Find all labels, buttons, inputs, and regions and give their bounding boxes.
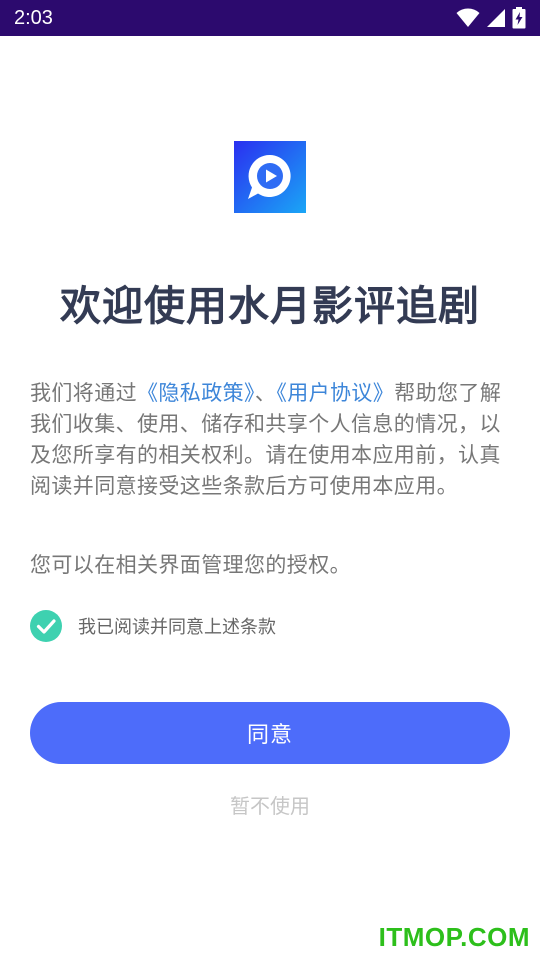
watermark: ITMOP.COM bbox=[378, 922, 530, 952]
agreement-label: 我已阅读并同意上述条款 bbox=[78, 617, 276, 638]
policy-separator: 、 bbox=[254, 381, 277, 405]
authorization-note: 您可以在相关界面管理您的授权。 bbox=[30, 553, 351, 577]
policy-text: 我们将通过《隐私政策》、《用户协议》帮助您了解我们收集、使用、储存和共享个人信息… bbox=[30, 378, 514, 502]
user-agreement-link[interactable]: 《用户协议》 bbox=[276, 381, 394, 405]
privacy-policy-link[interactable]: 《隐私政策》 bbox=[137, 381, 255, 405]
agree-button[interactable]: 同意 bbox=[30, 702, 510, 764]
status-bar: 2:03 bbox=[0, 0, 540, 36]
policy-intro: 我们将通过 bbox=[30, 381, 137, 405]
wifi-icon bbox=[456, 8, 480, 27]
status-time: 2:03 bbox=[14, 6, 53, 29]
battery-charging-icon bbox=[512, 7, 526, 29]
checkbox-checked-icon[interactable] bbox=[30, 610, 62, 642]
decline-button[interactable]: 暂不使用 bbox=[170, 784, 370, 824]
welcome-title: 欢迎使用水月影评追剧 bbox=[60, 282, 480, 330]
signal-icon bbox=[487, 9, 505, 27]
agreement-checkbox-row[interactable]: 我已阅读并同意上述条款 bbox=[30, 610, 276, 642]
app-logo-icon bbox=[234, 141, 306, 213]
status-icons bbox=[456, 7, 526, 29]
